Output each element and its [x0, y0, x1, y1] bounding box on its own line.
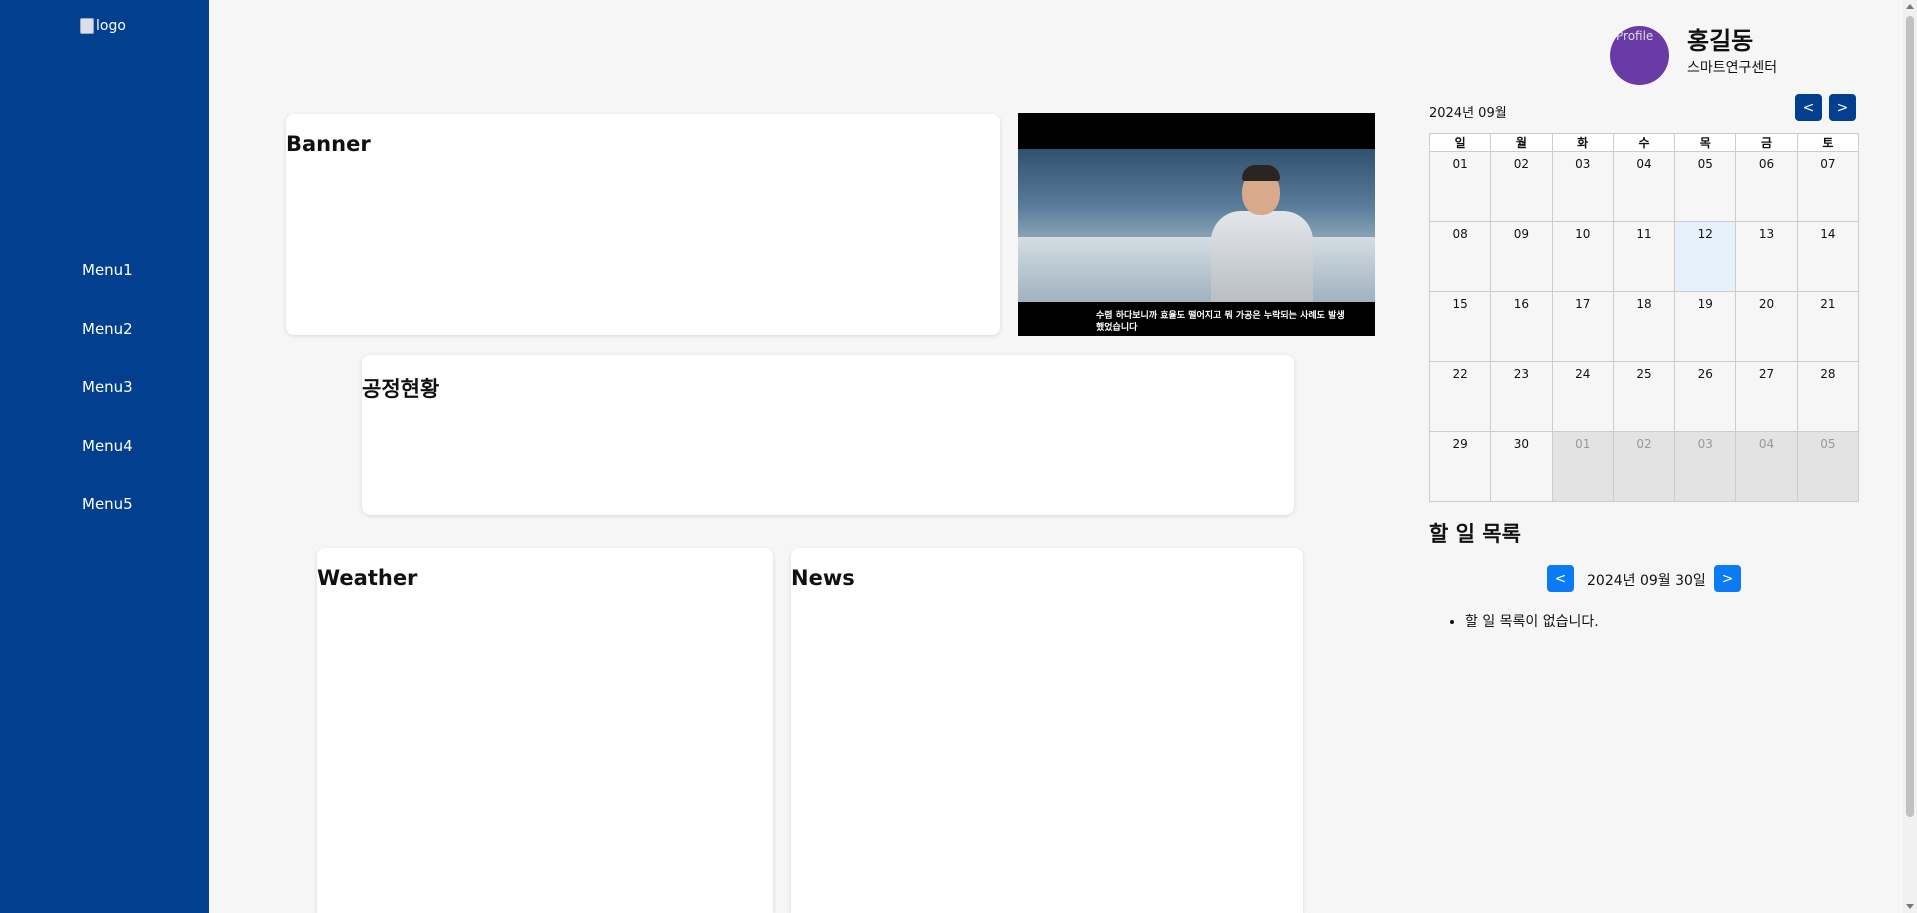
todo-prev-day-button[interactable]: < — [1547, 565, 1574, 592]
broken-image-icon — [80, 18, 94, 34]
calendar-day-cell-next-month[interactable]: 03 — [1674, 431, 1737, 502]
weekday-tue: 화 — [1551, 133, 1614, 152]
sidebar-menu: Menu1 Menu2 Menu3 Menu4 Menu5 — [82, 258, 133, 551]
scrollbar-thumb[interactable] — [1906, 16, 1914, 817]
vertical-scrollbar[interactable] — [1903, 0, 1917, 913]
calendar-day-cell[interactable]: 02 — [1490, 151, 1553, 222]
calendar-day-cell[interactable]: 07 — [1796, 151, 1860, 222]
calendar-weekday-row: 일 월 화 수 목 금 토 — [1428, 133, 1860, 152]
todo-title: 할 일 목록 — [1429, 522, 1521, 546]
news-card: News — [791, 548, 1303, 913]
todo-empty-message: 할 일 목록이 없습니다. — [1465, 611, 1599, 631]
calendar-day-cell[interactable]: 28 — [1796, 361, 1860, 432]
profile-organization: 스마트연구센터 — [1687, 60, 1778, 76]
todo-date-nav: < 2024년 09월 30일 > — [1547, 565, 1741, 592]
calendar-day-cell[interactable]: 25 — [1612, 361, 1676, 432]
sidebar: logo Menu1 Menu2 Menu3 Menu4 Menu5 — [0, 0, 209, 913]
calendar-day-cell-next-month[interactable]: 05 — [1796, 431, 1860, 502]
calendar-day-cell[interactable]: 16 — [1490, 291, 1553, 362]
calendar-day-cell[interactable]: 13 — [1735, 221, 1798, 292]
weekday-sun: 일 — [1428, 133, 1492, 152]
calendar-day-cell[interactable]: 03 — [1551, 151, 1614, 222]
calendar-day-cell[interactable]: 17 — [1551, 291, 1614, 362]
calendar-day-cell[interactable]: 22 — [1428, 361, 1492, 432]
calendar-day-cell[interactable]: 01 — [1428, 151, 1492, 222]
video-speaker-body — [1211, 211, 1313, 302]
weekday-wed: 수 — [1612, 133, 1676, 152]
video-speaker-hair — [1242, 165, 1280, 181]
calendar-day-cell-next-month[interactable]: 02 — [1612, 431, 1676, 502]
calendar-day-cell[interactable]: 10 — [1551, 221, 1614, 292]
weekday-sat: 토 — [1796, 133, 1860, 152]
profile-name: 홍길동 — [1687, 27, 1754, 55]
calendar-day-cell-next-month[interactable]: 01 — [1551, 431, 1614, 502]
calendar-header: 2024년 09월 < > — [1429, 94, 1859, 124]
sidebar-item-menu3[interactable]: Menu3 — [82, 375, 133, 434]
calendar-day-cell[interactable]: 06 — [1735, 151, 1798, 222]
calendar-day-cell[interactable]: 21 — [1796, 291, 1860, 362]
calendar-day-cell[interactable]: 18 — [1612, 291, 1676, 362]
sidebar-item-menu4[interactable]: Menu4 — [82, 434, 133, 493]
logo[interactable]: logo — [80, 18, 126, 34]
scroll-down-arrow-icon[interactable] — [1906, 904, 1914, 909]
calendar-grid: 일 월 화 수 목 금 토 01 02 03 04 05 06 07 08 09… — [1428, 133, 1860, 502]
weather-card: Weather — [317, 548, 773, 913]
calendar-day-cell[interactable]: 26 — [1674, 361, 1737, 432]
video-caption-line1: 수렴 하다보니까 효율도 떨어지고 뭐 가공은 누락되는 사례도 발생 — [1096, 311, 1345, 321]
video-player[interactable]: 수렴 하다보니까 효율도 떨어지고 뭐 가공은 누락되는 사례도 발생 했었습니… — [1018, 113, 1375, 336]
calendar-day-cell[interactable]: 08 — [1428, 221, 1492, 292]
profile-info: 홍길동 스마트연구센터 — [1687, 26, 1777, 78]
todo-date-label: 2024년 09월 30일 — [1587, 573, 1706, 589]
banner-title: Banner — [286, 132, 371, 156]
video-frame — [1018, 149, 1375, 302]
todo-next-day-button[interactable]: > — [1714, 565, 1741, 592]
calendar-week-row: 01 02 03 04 05 06 07 — [1428, 151, 1860, 222]
sidebar-item-menu2[interactable]: Menu2 — [82, 317, 133, 376]
calendar-day-cell[interactable]: 09 — [1490, 221, 1553, 292]
calendar-day-cell[interactable]: 29 — [1428, 431, 1492, 502]
user-profile: Profile 홍길동 스마트연구센터 — [1610, 26, 1777, 85]
calendar-day-cell[interactable]: 23 — [1490, 361, 1553, 432]
calendar-week-row: 15 16 17 18 19 20 21 — [1428, 291, 1860, 362]
calendar-day-cell[interactable]: 15 — [1428, 291, 1492, 362]
calendar-day-cell[interactable]: 14 — [1796, 221, 1860, 292]
calendar-day-cell[interactable]: 30 — [1490, 431, 1553, 502]
calendar-day-cell[interactable]: 05 — [1674, 151, 1737, 222]
weekday-mon: 월 — [1490, 133, 1553, 152]
avatar[interactable]: Profile — [1610, 26, 1669, 85]
process-status-title: 공정현황 — [362, 377, 440, 401]
weekday-thu: 목 — [1674, 133, 1737, 152]
video-caption: 수렴 하다보니까 효율도 떨어지고 뭐 가공은 누락되는 사례도 발생 했었습니… — [1096, 310, 1366, 334]
sidebar-item-menu1[interactable]: Menu1 — [82, 258, 133, 317]
calendar-week-row: 29 30 01 02 03 04 05 — [1428, 431, 1860, 502]
calendar-day-cell[interactable]: 04 — [1612, 151, 1676, 222]
sidebar-item-menu5[interactable]: Menu5 — [82, 492, 133, 551]
news-title: News — [791, 566, 855, 590]
todo-list: 할 일 목록이 없습니다. — [1465, 611, 1599, 631]
logo-alt-text: logo — [96, 18, 126, 34]
scroll-up-arrow-icon[interactable] — [1906, 4, 1914, 9]
banner-card: Banner — [286, 114, 1000, 335]
calendar-week-row: 22 23 24 25 26 27 28 — [1428, 361, 1860, 432]
calendar-day-cell[interactable]: 20 — [1735, 291, 1798, 362]
video-background-desk — [1018, 237, 1375, 302]
calendar-day-cell-next-month[interactable]: 04 — [1735, 431, 1798, 502]
calendar-month-label: 2024년 09월 — [1429, 106, 1507, 121]
calendar-next-button[interactable]: > — [1829, 94, 1856, 121]
calendar-day-cell[interactable]: 24 — [1551, 361, 1614, 432]
video-caption-line2: 했었습니다 — [1096, 323, 1138, 333]
weekday-fri: 금 — [1735, 133, 1798, 152]
calendar-week-row: 08 09 10 11 12 13 14 — [1428, 221, 1860, 292]
calendar-day-cell-today[interactable]: 12 — [1674, 221, 1737, 292]
process-status-card: 공정현황 — [362, 355, 1294, 515]
weather-title: Weather — [317, 566, 418, 590]
calendar-prev-button[interactable]: < — [1795, 94, 1822, 121]
calendar-day-cell[interactable]: 27 — [1735, 361, 1798, 432]
calendar-day-cell[interactable]: 19 — [1674, 291, 1737, 362]
calendar-day-cell[interactable]: 11 — [1612, 221, 1676, 292]
